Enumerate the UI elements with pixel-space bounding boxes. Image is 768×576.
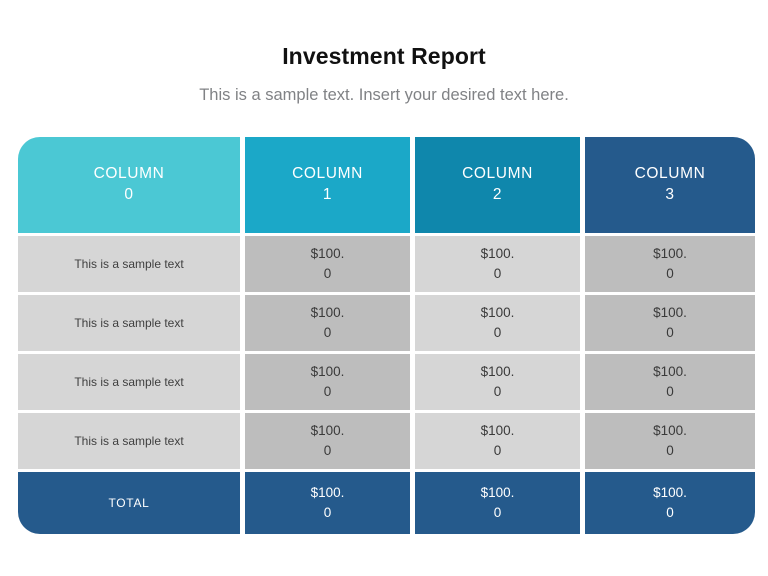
column-header-0[interactable]: COLUMN 0	[18, 137, 240, 233]
column-header-index: 0	[124, 186, 134, 203]
value-decimal: 0	[493, 443, 502, 458]
value-cell[interactable]: $100. 0	[415, 236, 580, 292]
investment-table: COLUMN 0 COLUMN 1 COLUMN 2 COLUMN 3 This…	[18, 137, 755, 534]
column-header-2[interactable]: COLUMN 2	[415, 137, 580, 233]
value-decimal: 0	[493, 266, 502, 281]
column-header-label: COLUMN	[292, 165, 363, 183]
table-total-row: TOTAL $100. 0 $100. 0 $100. 0	[18, 472, 755, 534]
value-cell[interactable]: $100. 0	[585, 354, 755, 410]
row-label: This is a sample text	[74, 316, 184, 330]
value-cell[interactable]: $100. 0	[415, 413, 580, 469]
value-amount: $100.	[310, 422, 345, 438]
column-header-index: 2	[492, 186, 503, 203]
value-cell[interactable]: $100. 0	[245, 413, 410, 469]
value-amount: $100.	[310, 304, 345, 320]
row-label: This is a sample text	[74, 434, 184, 448]
total-value-cell[interactable]: $100. 0	[585, 472, 755, 534]
value-cell[interactable]: $100. 0	[585, 413, 755, 469]
value-amount: $100.	[480, 304, 515, 320]
value-decimal: 0	[666, 443, 674, 458]
value-decimal: 0	[323, 443, 332, 458]
value-amount: $100.	[653, 304, 687, 320]
row-label-cell[interactable]: This is a sample text	[18, 236, 240, 292]
page-subtitle: This is a sample text. Insert your desir…	[199, 86, 569, 105]
page-title: Investment Report	[282, 43, 486, 69]
value-decimal: 0	[666, 266, 674, 281]
value-amount: $100.	[480, 484, 515, 500]
value-decimal: 0	[323, 384, 332, 399]
value-amount: $100.	[310, 363, 345, 379]
column-header-label: COLUMN	[634, 165, 706, 183]
column-header-label: COLUMN	[93, 165, 165, 183]
row-label: This is a sample text	[74, 375, 184, 389]
row-label-cell[interactable]: This is a sample text	[18, 413, 240, 469]
row-label-cell[interactable]: This is a sample text	[18, 295, 240, 351]
value-cell[interactable]: $100. 0	[415, 354, 580, 410]
column-header-index: 3	[665, 186, 675, 203]
table-row: This is a sample text $100. 0 $100. 0 $1…	[18, 236, 755, 292]
value-decimal: 0	[493, 505, 502, 520]
table-header-row: COLUMN 0 COLUMN 1 COLUMN 2 COLUMN 3	[18, 137, 755, 233]
column-header-index: 1	[322, 186, 333, 203]
slide-header: Investment Report This is a sample text.…	[0, 0, 768, 106]
value-amount: $100.	[310, 245, 345, 261]
value-amount: $100.	[653, 422, 687, 438]
value-cell[interactable]: $100. 0	[585, 236, 755, 292]
value-amount: $100.	[653, 363, 687, 379]
value-decimal: 0	[493, 325, 502, 340]
total-value-cell[interactable]: $100. 0	[415, 472, 580, 534]
value-amount: $100.	[480, 363, 515, 379]
column-header-1[interactable]: COLUMN 1	[245, 137, 410, 233]
value-decimal: 0	[666, 384, 674, 399]
value-amount: $100.	[310, 484, 345, 500]
column-header-3[interactable]: COLUMN 3	[585, 137, 755, 233]
value-cell[interactable]: $100. 0	[585, 295, 755, 351]
total-label: TOTAL	[108, 496, 150, 510]
value-decimal: 0	[666, 325, 674, 340]
value-cell[interactable]: $100. 0	[245, 295, 410, 351]
row-label-cell[interactable]: This is a sample text	[18, 354, 240, 410]
value-amount: $100.	[653, 484, 687, 500]
slide-canvas: Investment Report This is a sample text.…	[0, 0, 768, 576]
value-cell[interactable]: $100. 0	[245, 354, 410, 410]
value-amount: $100.	[480, 422, 515, 438]
total-value-cell[interactable]: $100. 0	[245, 472, 410, 534]
value-cell[interactable]: $100. 0	[245, 236, 410, 292]
row-label: This is a sample text	[74, 257, 184, 271]
value-amount: $100.	[653, 245, 687, 261]
value-amount: $100.	[480, 245, 515, 261]
table-row: This is a sample text $100. 0 $100. 0 $1…	[18, 354, 755, 410]
column-header-label: COLUMN	[462, 165, 533, 183]
value-cell[interactable]: $100. 0	[415, 295, 580, 351]
value-decimal: 0	[666, 505, 674, 520]
total-label-cell[interactable]: TOTAL	[18, 472, 240, 534]
value-decimal: 0	[323, 266, 332, 281]
table-row: This is a sample text $100. 0 $100. 0 $1…	[18, 413, 755, 469]
value-decimal: 0	[493, 384, 502, 399]
value-decimal: 0	[323, 325, 332, 340]
value-decimal: 0	[323, 505, 332, 520]
table-row: This is a sample text $100. 0 $100. 0 $1…	[18, 295, 755, 351]
